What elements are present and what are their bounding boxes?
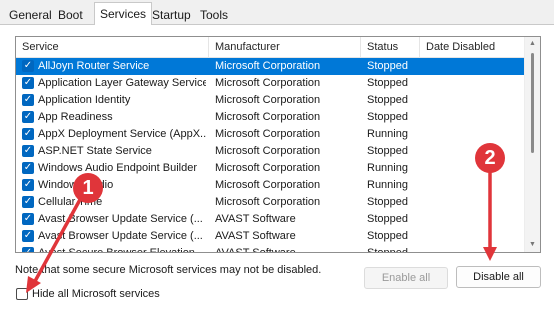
service-status: Stopped xyxy=(367,247,408,253)
service-name: Windows Audio Endpoint Builder xyxy=(38,162,197,174)
tab-bar: General Boot Services Startup Tools xyxy=(0,0,554,25)
service-checkbox[interactable]: ✓ xyxy=(22,77,34,89)
annotation-badge-1: 1 xyxy=(73,173,103,203)
service-manufacturer: AVAST Software xyxy=(215,230,296,242)
service-status: Stopped xyxy=(367,230,408,242)
vertical-scrollbar[interactable]: ▲ ▼ xyxy=(524,37,540,252)
service-manufacturer: Microsoft Corporation xyxy=(215,196,321,208)
scroll-thumb[interactable] xyxy=(531,53,534,153)
service-name: AllJoyn Router Service xyxy=(38,60,150,72)
service-row[interactable]: ✓ Application Layer Gateway Service Micros… xyxy=(16,75,524,92)
service-status: Stopped xyxy=(367,60,408,72)
service-name: Application Layer Gateway Service xyxy=(38,77,206,89)
hide-microsoft-services-checkbox[interactable] xyxy=(16,288,28,300)
service-manufacturer: Microsoft Corporation xyxy=(215,60,321,72)
column-header-status[interactable]: Status xyxy=(361,37,420,57)
service-row[interactable]: ✓ ASP.NET State Service Microsoft Corporat… xyxy=(16,143,524,160)
service-checkbox[interactable]: ✓ xyxy=(22,128,34,140)
service-name: ASP.NET State Service xyxy=(38,145,152,157)
tab-startup[interactable]: Startup xyxy=(147,6,196,24)
service-row[interactable]: ✓ Avast Browser Update Service (... AVAST … xyxy=(16,211,524,228)
service-status: Stopped xyxy=(367,111,408,123)
service-manufacturer: Microsoft Corporation xyxy=(215,77,321,89)
service-checkbox[interactable]: ✓ xyxy=(22,60,34,72)
service-checkbox[interactable]: ✓ xyxy=(22,213,34,225)
service-name: Avast Browser Update Service (... xyxy=(38,230,203,242)
service-row[interactable]: ✓ Avast Browser Update Service (... AVAST … xyxy=(16,228,524,245)
service-checkbox[interactable]: ✓ xyxy=(22,111,34,123)
annotation-badge-2: 2 xyxy=(475,143,505,173)
service-checkbox[interactable]: ✓ xyxy=(22,145,34,157)
service-name: App Readiness xyxy=(38,111,113,123)
tab-services[interactable]: Services xyxy=(94,2,153,25)
service-checkbox[interactable]: ✓ xyxy=(22,196,34,208)
column-header-date-disabled[interactable]: Date Disabled xyxy=(420,37,524,57)
services-list[interactable]: Service Manufacturer Status Date Disable… xyxy=(15,36,541,253)
service-row[interactable]: ✓ AppX Deployment Service (AppX... Microso… xyxy=(16,126,524,143)
service-manufacturer: Microsoft Corporation xyxy=(215,145,321,157)
service-manufacturer: Microsoft Corporation xyxy=(215,111,321,123)
list-header: Service Manufacturer Status Date Disable… xyxy=(16,37,524,58)
service-row[interactable]: ✓ AllJoyn Router Service Microsoft Corpora… xyxy=(16,58,524,75)
note-text: Note that some secure Microsoft services… xyxy=(15,264,322,276)
service-manufacturer: Microsoft Corporation xyxy=(215,128,321,140)
scroll-up-icon[interactable]: ▲ xyxy=(525,37,540,51)
service-manufacturer: AVAST Software xyxy=(215,213,296,225)
service-name: Windows Audio xyxy=(38,179,113,191)
scroll-down-icon[interactable]: ▼ xyxy=(525,238,540,252)
service-checkbox[interactable]: ✓ xyxy=(22,94,34,106)
service-status: Stopped xyxy=(367,145,408,157)
service-name: Application Identity xyxy=(38,94,131,106)
service-name: Avast Secure Browser Elevation ... xyxy=(38,247,206,253)
hide-microsoft-services-label: Hide all Microsoft services xyxy=(32,288,160,300)
service-row[interactable]: ✓ App Readiness Microsoft Corporation Stopp… xyxy=(16,109,524,126)
service-checkbox[interactable]: ✓ xyxy=(22,230,34,242)
service-status: Stopped xyxy=(367,94,408,106)
column-header-manufacturer[interactable]: Manufacturer xyxy=(209,37,361,57)
service-name: AppX Deployment Service (AppX... xyxy=(38,128,206,140)
service-manufacturer: Microsoft Corporation xyxy=(215,94,321,106)
service-status: Stopped xyxy=(367,213,408,225)
service-manufacturer: AVAST Software xyxy=(215,247,296,253)
service-status: Stopped xyxy=(367,77,408,89)
service-manufacturer: Microsoft Corporation xyxy=(215,162,321,174)
service-row[interactable]: ✓ Avast Secure Browser Elevation ... AVAST… xyxy=(16,245,524,253)
tab-general[interactable]: General xyxy=(4,6,57,24)
service-status: Stopped xyxy=(367,196,408,208)
service-status: Running xyxy=(367,179,408,191)
service-name: Cellular Time xyxy=(38,196,103,208)
column-header-service[interactable]: Service xyxy=(16,37,209,57)
service-checkbox[interactable]: ✓ xyxy=(22,247,34,252)
service-status: Running xyxy=(367,128,408,140)
service-checkbox[interactable]: ✓ xyxy=(22,162,34,174)
tab-boot[interactable]: Boot xyxy=(53,6,88,24)
disable-all-button[interactable]: Disable all xyxy=(456,266,541,288)
service-manufacturer: Microsoft Corporation xyxy=(215,179,321,191)
service-name: Avast Browser Update Service (... xyxy=(38,213,203,225)
service-row[interactable]: ✓ Application Identity Microsoft Corporati… xyxy=(16,92,524,109)
enable-all-button[interactable]: Enable all xyxy=(364,267,448,289)
service-checkbox[interactable]: ✓ xyxy=(22,179,34,191)
service-status: Running xyxy=(367,162,408,174)
tab-tools[interactable]: Tools xyxy=(195,6,233,24)
